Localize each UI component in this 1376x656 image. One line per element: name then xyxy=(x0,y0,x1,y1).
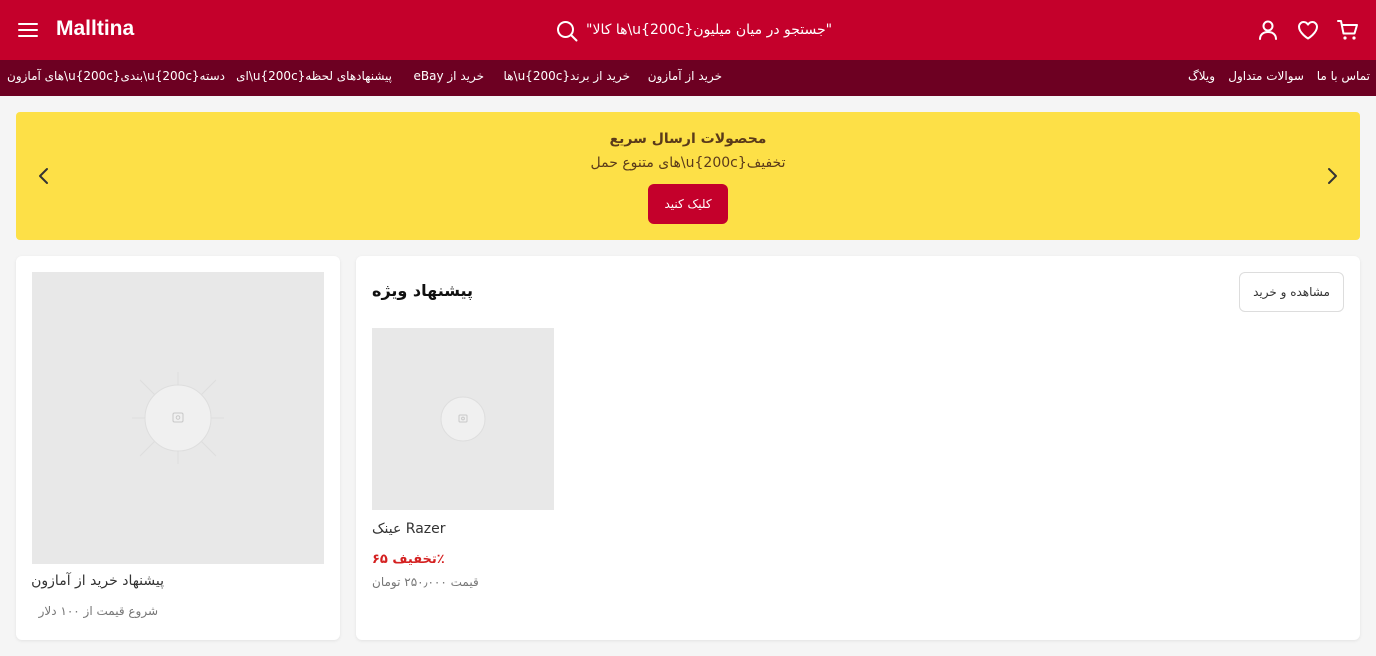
promo-banner: محصولات ارسال سریع های متنوع حمل\u{200c}… xyxy=(16,112,1360,240)
nav-blog[interactable]: ویلاگ xyxy=(1188,69,1215,83)
logo[interactable]: Malltina xyxy=(56,17,134,41)
product-discount: تخفیف ۶۵٪ xyxy=(372,552,445,567)
banner-title: محصولات ارسال سریع xyxy=(609,131,767,147)
promo-image-placeholder xyxy=(32,272,324,564)
product-name: عینک Razer xyxy=(372,521,446,537)
nav-buy-from-amazon[interactable]: خرید از آمازون xyxy=(648,69,722,83)
heart-icon[interactable] xyxy=(1296,18,1320,42)
user-icon[interactable] xyxy=(1256,18,1280,42)
nav-faq[interactable]: سوالات متداول xyxy=(1228,69,1304,83)
product-card[interactable]: عینک Razer تخفیف ۶۵٪ قیمت ۲۵۰٫۰۰۰ تومان xyxy=(372,328,554,618)
product-image-placeholder xyxy=(372,328,554,510)
banner-subtitle: های متنوع حمل\u{200c}تخفیف xyxy=(590,155,786,171)
product-price: قیمت ۲۵۰٫۰۰۰ تومان xyxy=(372,575,479,589)
nav-flash-deals[interactable]: ای\u{200c}پیشنهادهای لحظه xyxy=(236,69,392,83)
promo-title: پیشنهاد خرید از آمازون xyxy=(31,573,164,589)
sub-nav: تماس با ما سوالات متداول ویلاگ خرید از آ… xyxy=(0,60,1376,96)
search-icon[interactable] xyxy=(555,19,579,43)
nav-buy-from-brands[interactable]: ها\u{200c}خرید از برند xyxy=(504,69,630,83)
menu-icon[interactable] xyxy=(16,18,40,42)
search-input[interactable] xyxy=(586,12,840,48)
amazon-promo-card[interactable]: پیشنهاد خرید از آمازون شروع قیمت از ۱۰۰ … xyxy=(16,256,340,640)
banner-cta-button[interactable]: کلیک کنید xyxy=(648,184,728,224)
chevron-right-icon[interactable] xyxy=(1320,164,1344,188)
view-and-buy-button[interactable]: مشاهده و خرید xyxy=(1239,272,1344,312)
nav-amazon-categories[interactable]: های آمازون\u{200c}بندی\u{200c}دسته xyxy=(7,69,225,83)
special-offer-section: پیشنهاد ویژه مشاهده و خرید عینک Razer تخ… xyxy=(356,256,1360,640)
nav-buy-from-ebay[interactable]: eBay خرید از xyxy=(413,69,484,83)
top-header: Malltina xyxy=(0,0,1376,60)
cart-icon[interactable] xyxy=(1336,18,1360,42)
nav-contact-us[interactable]: تماس با ما xyxy=(1317,69,1370,83)
promo-subtitle: شروع قیمت از ۱۰۰ دلار xyxy=(38,604,158,618)
section-title: پیشنهاد ویژه xyxy=(372,281,474,300)
search-bar[interactable] xyxy=(550,12,840,48)
